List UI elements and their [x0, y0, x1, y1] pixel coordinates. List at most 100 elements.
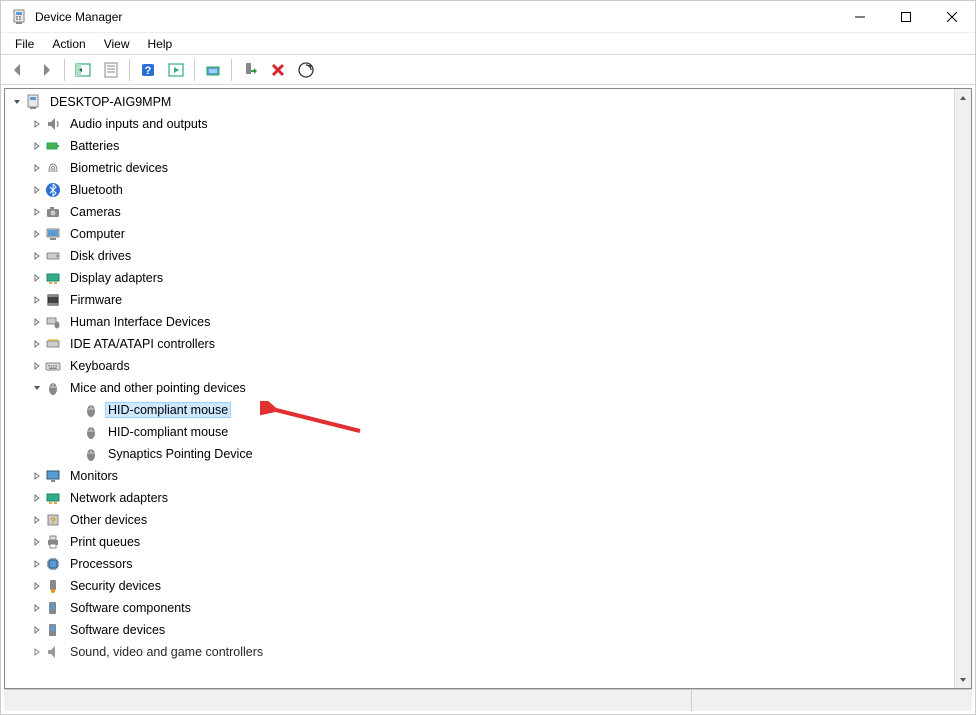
chevron-right-icon[interactable] [29, 578, 45, 594]
chevron-down-icon[interactable] [9, 94, 25, 110]
chevron-right-icon[interactable] [29, 226, 45, 242]
back-button[interactable] [5, 58, 31, 82]
mouse-icon [83, 446, 99, 462]
scroll-down-button[interactable] [955, 671, 971, 688]
hid-icon [45, 314, 61, 330]
tree-item-label: Batteries [67, 138, 122, 154]
chevron-right-icon[interactable] [29, 468, 45, 484]
tree-category-audio[interactable]: Audio inputs and outputs [5, 113, 954, 135]
show-hide-console-tree-button[interactable] [70, 58, 96, 82]
tree-item-label: Synaptics Pointing Device [105, 446, 256, 462]
chevron-right-icon[interactable] [29, 160, 45, 176]
scan-hardware-button[interactable] [293, 58, 319, 82]
tree-item-label: Computer [67, 226, 128, 242]
chevron-right-icon[interactable] [29, 116, 45, 132]
forward-button[interactable] [33, 58, 59, 82]
menu-file[interactable]: File [7, 35, 42, 53]
update-driver-button[interactable] [200, 58, 226, 82]
help-button[interactable]: ? [135, 58, 161, 82]
chevron-down-icon[interactable] [29, 380, 45, 396]
enable-device-button[interactable] [237, 58, 263, 82]
device-tree[interactable]: DESKTOP-AIG9MPM Audio inputs and outputs… [5, 89, 954, 688]
tree-category-security[interactable]: Security devices [5, 575, 954, 597]
chevron-right-icon[interactable] [29, 490, 45, 506]
tree-category-print[interactable]: Print queues [5, 531, 954, 553]
camera-icon [45, 204, 61, 220]
no-expander [67, 424, 83, 440]
network-icon [45, 490, 61, 506]
tree-item-label: Network adapters [67, 490, 171, 506]
chevron-right-icon[interactable] [29, 358, 45, 374]
tree-device-hid-mouse-1[interactable]: HID-compliant mouse [5, 399, 954, 421]
tree-category-swdev[interactable]: Software devices [5, 619, 954, 641]
tree-category-firmware[interactable]: Firmware [5, 289, 954, 311]
monitor-icon [45, 468, 61, 484]
menu-action[interactable]: Action [44, 35, 93, 53]
chevron-right-icon[interactable] [29, 270, 45, 286]
tree-category-disk[interactable]: Disk drives [5, 245, 954, 267]
status-panel-right [692, 690, 972, 711]
tree-category-mice[interactable]: Mice and other pointing devices [5, 377, 954, 399]
chevron-right-icon[interactable] [29, 138, 45, 154]
tree-category-processors[interactable]: Processors [5, 553, 954, 575]
tree-category-hid[interactable]: Human Interface Devices [5, 311, 954, 333]
chevron-right-icon[interactable] [29, 512, 45, 528]
chevron-right-icon[interactable] [29, 534, 45, 550]
chevron-right-icon[interactable] [29, 644, 45, 660]
chevron-right-icon[interactable] [29, 622, 45, 638]
computer-icon [45, 226, 61, 242]
minimize-button[interactable] [837, 1, 883, 33]
tree-category-computer[interactable]: Computer [5, 223, 954, 245]
tree-item-label: Bluetooth [67, 182, 126, 198]
tree-item-label: Software devices [67, 622, 168, 638]
tree-item-label: Monitors [67, 468, 121, 484]
uninstall-device-button[interactable] [265, 58, 291, 82]
properties-button[interactable] [98, 58, 124, 82]
tree-category-ide[interactable]: IDE ATA/ATAPI controllers [5, 333, 954, 355]
scroll-track[interactable] [955, 106, 971, 671]
tree-category-biometric[interactable]: Biometric devices [5, 157, 954, 179]
menu-help[interactable]: Help [140, 35, 181, 53]
chevron-right-icon[interactable] [29, 182, 45, 198]
tree-item-label: HID-compliant mouse [105, 424, 231, 440]
menu-view[interactable]: View [96, 35, 138, 53]
processor-icon [45, 556, 61, 572]
tree-root[interactable]: DESKTOP-AIG9MPM [5, 91, 954, 113]
software-device-icon [45, 622, 61, 638]
tree-item-label: Print queues [67, 534, 143, 550]
maximize-button[interactable] [883, 1, 929, 33]
tree-category-swcomp[interactable]: Software components [5, 597, 954, 619]
statusbar [4, 689, 972, 711]
vertical-scrollbar[interactable] [954, 89, 971, 688]
toolbar-separator [231, 59, 232, 81]
action-button[interactable] [163, 58, 189, 82]
bluetooth-icon [45, 182, 61, 198]
audio-icon [45, 116, 61, 132]
tree-category-sound[interactable]: Sound, video and game controllers [5, 641, 954, 663]
tree-category-bluetooth[interactable]: Bluetooth [5, 179, 954, 201]
chevron-right-icon[interactable] [29, 336, 45, 352]
scroll-up-button[interactable] [955, 89, 971, 106]
chevron-right-icon[interactable] [29, 600, 45, 616]
tree-category-cameras[interactable]: Cameras [5, 201, 954, 223]
chevron-right-icon[interactable] [29, 292, 45, 308]
computer-root-icon [25, 94, 41, 110]
chevron-right-icon[interactable] [29, 314, 45, 330]
tree-category-other[interactable]: ? Other devices [5, 509, 954, 531]
printer-icon [45, 534, 61, 550]
tree-category-keyboards[interactable]: Keyboards [5, 355, 954, 377]
chevron-right-icon[interactable] [29, 248, 45, 264]
tree-device-synaptics[interactable]: Synaptics Pointing Device [5, 443, 954, 465]
tree-category-network[interactable]: Network adapters [5, 487, 954, 509]
chevron-right-icon[interactable] [29, 204, 45, 220]
tree-category-monitors[interactable]: Monitors [5, 465, 954, 487]
tree-item-label: IDE ATA/ATAPI controllers [67, 336, 218, 352]
tree-device-hid-mouse-2[interactable]: HID-compliant mouse [5, 421, 954, 443]
tree-category-batteries[interactable]: Batteries [5, 135, 954, 157]
chevron-right-icon[interactable] [29, 556, 45, 572]
mouse-icon [83, 402, 99, 418]
tree-root-label: DESKTOP-AIG9MPM [47, 94, 174, 110]
firmware-icon [45, 292, 61, 308]
tree-category-display[interactable]: Display adapters [5, 267, 954, 289]
close-button[interactable] [929, 1, 975, 33]
